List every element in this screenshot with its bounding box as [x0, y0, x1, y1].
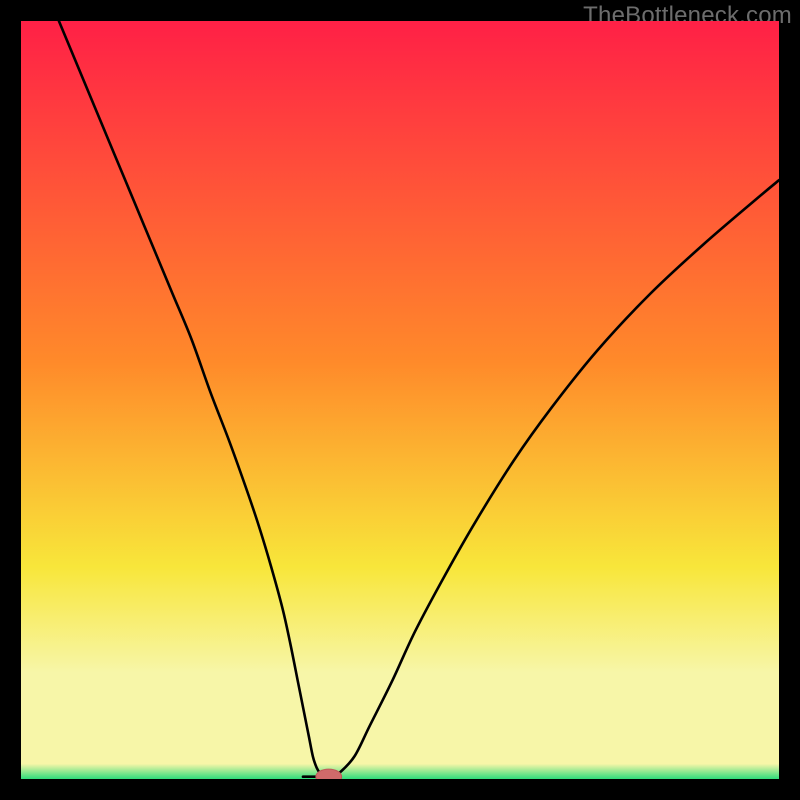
chart-plot-area	[21, 21, 779, 779]
outer-frame: TheBottleneck.com	[0, 0, 800, 800]
chart-svg	[21, 21, 779, 779]
